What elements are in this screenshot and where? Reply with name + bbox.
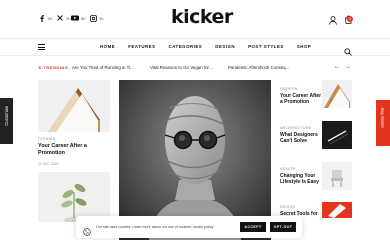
instagram-icon xyxy=(89,14,97,22)
cookie-icon xyxy=(83,223,91,236)
nav-item-home[interactable]: HOME xyxy=(100,44,115,49)
youtube-icon xyxy=(71,14,79,22)
arrow-left-icon[interactable]: ← xyxy=(334,64,340,70)
post-title-line2[interactable]: Can't Solve xyxy=(280,138,307,144)
youtube-count: 8K xyxy=(81,15,86,21)
trending-nav: ← → xyxy=(334,64,351,70)
customize-tab[interactable]: Customize xyxy=(0,98,13,144)
trending-bar: ↯ TRENDING Are You Tired of Running in T… xyxy=(0,62,390,74)
trending-label: ↯ TRENDING xyxy=(38,65,69,70)
facebook-icon xyxy=(38,14,46,22)
cookie-message: Our site uses cookies. Learn more about … xyxy=(96,225,214,229)
nav-item-features[interactable]: FEATURES xyxy=(128,44,155,49)
post-title-line2[interactable]: Lifestyle Is Easy xyxy=(280,179,319,185)
post-thumbnail-architecture-small[interactable] xyxy=(322,80,352,108)
main-nav: HOME FEATURES CATEGORIES DESIGN POST STY… xyxy=(0,38,390,56)
facebook-count: 5K xyxy=(48,15,53,21)
post-thumbnail-chair[interactable] xyxy=(322,162,352,190)
trending-item[interactable]: Are You Tired of Running in Ti... xyxy=(72,65,134,70)
top-bar: 5K 2K 8K 3K kicker 0 xyxy=(0,0,390,38)
buy-kicker-tab[interactable]: Buy Kicker xyxy=(376,100,390,146)
buy-kicker-label: Buy Kicker xyxy=(380,108,385,129)
cookie-banner: Our site uses cookies. Learn more about … xyxy=(76,216,302,238)
post-title[interactable]: Your Career After a xyxy=(38,143,87,150)
nav-item-post-styles[interactable]: POST STYLES xyxy=(248,44,284,49)
nav-item-shop[interactable]: SHOP xyxy=(297,44,311,49)
opt-out-button[interactable]: OPT-OUT xyxy=(270,222,296,232)
social-youtube[interactable]: 8K xyxy=(71,14,86,22)
social-facebook[interactable]: 5K xyxy=(38,14,53,22)
instagram-count: 3K xyxy=(99,15,104,21)
social-instagram[interactable]: 3K xyxy=(89,14,104,22)
post-thumbnail-red[interactable] xyxy=(322,202,352,218)
trending-item[interactable]: Pandemic Aftershock Conseq... xyxy=(228,65,289,70)
accept-button[interactable]: ACCEPT xyxy=(240,222,266,232)
nav-item-categories[interactable]: CATEGORIES xyxy=(169,44,203,49)
customize-label: Customize xyxy=(4,106,9,126)
post-thumbnail-architecture[interactable] xyxy=(38,80,110,132)
arrow-right-icon[interactable]: → xyxy=(345,64,351,70)
post-category[interactable]: FASHION xyxy=(280,87,298,91)
social-x[interactable]: 2K xyxy=(56,14,71,22)
post-category[interactable]: ARCHITECTURE xyxy=(280,126,311,130)
cart-count-badge: 0 xyxy=(347,16,353,22)
post-category[interactable]: DESIGN xyxy=(280,205,295,209)
x-icon xyxy=(56,14,64,22)
post-thumbnail-dark[interactable] xyxy=(322,121,352,149)
user-icon[interactable] xyxy=(329,12,337,25)
post-category[interactable]: FASHION xyxy=(38,137,56,141)
post-title-line2[interactable]: Promotion xyxy=(38,150,65,157)
post-title-line2[interactable]: a Promotion xyxy=(280,99,309,105)
post-category[interactable]: HEALTH xyxy=(280,167,296,171)
post-thumbnail-plant[interactable] xyxy=(38,172,110,222)
site-logo[interactable]: kicker xyxy=(171,6,233,28)
search-icon[interactable] xyxy=(344,43,352,56)
post-date: 20 DEC 2023 xyxy=(38,162,59,166)
nav-menu: HOME FEATURES CATEGORIES DESIGN POST STY… xyxy=(100,44,324,49)
nav-item-design[interactable]: DESIGN xyxy=(215,44,235,49)
trending-item[interactable]: Vital Reasons to Go Vegan for ... xyxy=(150,65,214,70)
menu-icon[interactable] xyxy=(38,44,45,51)
